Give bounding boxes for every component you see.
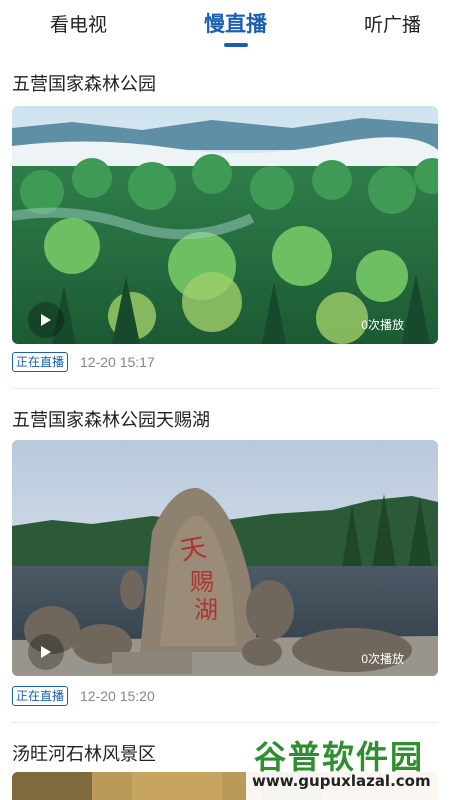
timestamp: 12-20 15:17 [80,354,155,370]
play-icon[interactable] [28,302,64,338]
live-card-1[interactable]: 五营国家森林公园 0次播放 正在直播 12-20 15:17 [12,70,438,389]
tab-watch-tv[interactable]: 看电视 [50,10,107,37]
svg-text:湖: 湖 [194,596,218,624]
watermark-url: www.gupuxlazal.com [252,772,431,790]
timestamp: 12-20 15:20 [80,688,155,704]
live-badge: 正在直播 [12,686,69,706]
live-card-2[interactable]: 五营国家森林公园天赐湖 天 赐 湖 0次播放 正在直播 12-20 15:20 [12,406,438,723]
card-meta: 正在直播 12-20 15:20 [12,686,155,706]
svg-text:天: 天 [178,533,209,567]
play-icon[interactable] [28,634,64,670]
svg-text:赐: 赐 [190,568,214,596]
live-badge: 正在直播 [12,352,69,372]
play-count: 0次播放 [361,318,404,332]
top-tab-bar: 看电视 慢直播 听广播 [0,0,450,56]
card-meta: 正在直播 12-20 15:17 [12,352,155,372]
watermark: 谷普软件园 www.gupuxlazal.com [246,728,450,800]
forest-landscape-image [12,106,438,344]
tab-radio[interactable]: 听广播 [364,10,421,37]
divider [12,722,438,723]
card-title: 五营国家森林公园天赐湖 [12,410,210,430]
play-count: 0次播放 [361,652,404,666]
lake-stone-image: 天 赐 湖 [12,440,438,676]
card-title: 五营国家森林公园 [12,74,156,94]
video-thumbnail[interactable]: 0次播放 [12,106,438,344]
active-tab-indicator [224,43,248,47]
video-thumbnail[interactable]: 天 赐 湖 0次播放 [12,440,438,676]
tab-slow-live[interactable]: 慢直播 [204,8,267,38]
divider [12,388,438,389]
